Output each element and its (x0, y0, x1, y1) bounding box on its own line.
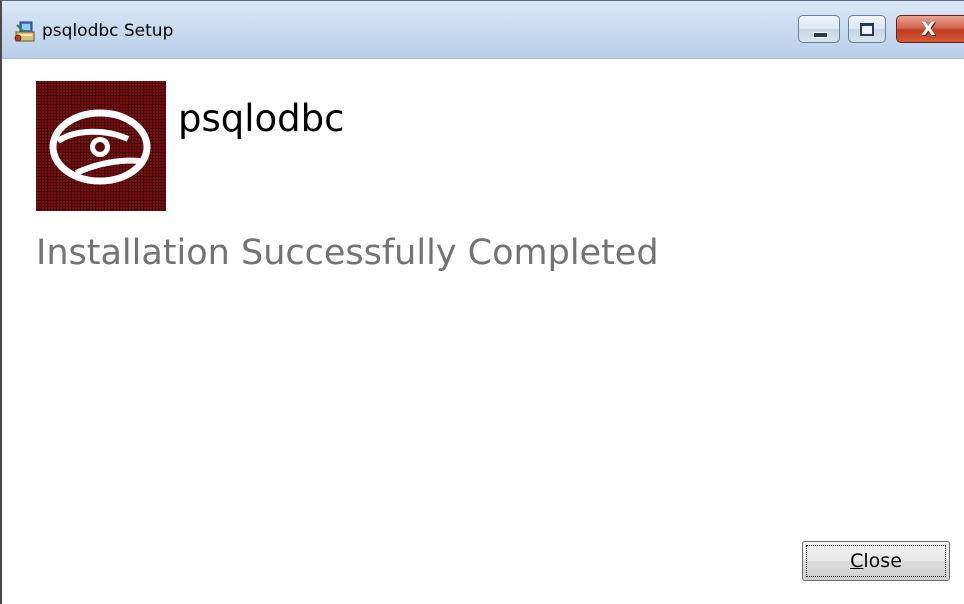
window-title: psqlodbc Setup (42, 21, 174, 41)
close-window-button[interactable]: X (896, 15, 964, 43)
maximize-button[interactable] (848, 15, 886, 43)
product-name: psqlodbc (178, 97, 345, 140)
close-button-label: Close (806, 545, 946, 577)
title-bar[interactable]: psqlodbc Setup X (2, 1, 964, 59)
minimize-icon (813, 32, 828, 38)
installation-status: Installation Successfully Completed (36, 233, 659, 273)
disc-icon (36, 81, 166, 211)
close-button[interactable]: Close (802, 541, 950, 581)
setup-window: psqlodbc Setup X psqlodbc Installation S… (0, 0, 964, 604)
installer-icon (14, 21, 35, 42)
minimize-button[interactable] (798, 15, 840, 43)
close-icon: X (921, 18, 936, 40)
maximize-icon (860, 23, 874, 36)
